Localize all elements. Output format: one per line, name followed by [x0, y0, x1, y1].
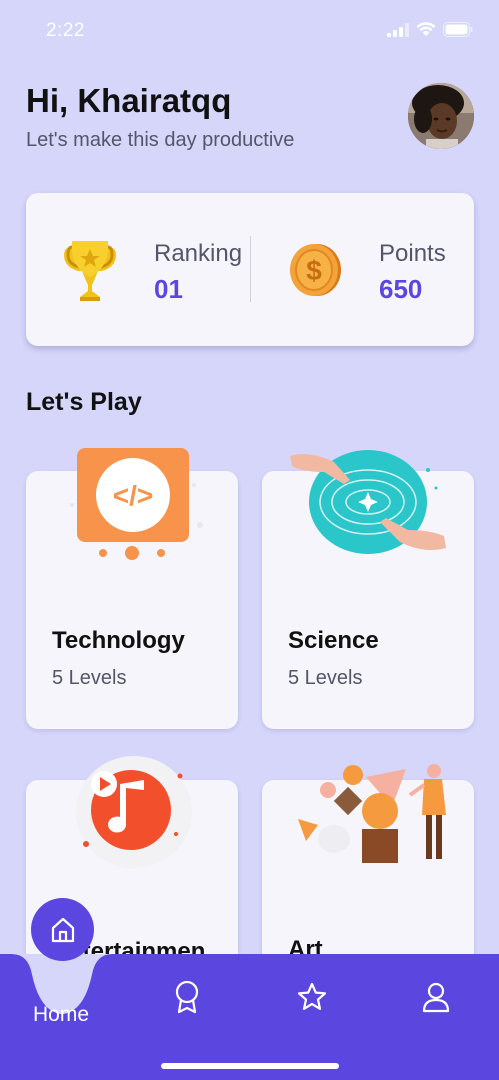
greeting-subtitle: Let's make this day productive [26, 129, 295, 151]
status-bar: 2:22 [0, 0, 499, 60]
award-icon [175, 980, 199, 1014]
category-levels: 5 Levels [288, 667, 363, 689]
section-title: Let's Play [26, 388, 142, 416]
nav-home-button[interactable] [31, 898, 94, 961]
coin-icon: $ [290, 244, 341, 296]
stats-card: Ranking 01 $ Points 650 [26, 193, 474, 346]
points-label: Points [379, 240, 446, 267]
ranking-label: Ranking [154, 240, 243, 267]
category-levels: 5 Levels [52, 667, 127, 689]
code-icon: </> [70, 448, 203, 560]
battery-icon [443, 22, 473, 37]
trophy-icon [64, 241, 116, 301]
nav-favorites-button[interactable] [293, 978, 331, 1016]
home-indicator [161, 1063, 339, 1069]
galaxy-icon [290, 450, 446, 554]
music-icon [76, 756, 192, 868]
nav-awards-button[interactable] [168, 978, 206, 1016]
profile-icon [422, 982, 450, 1013]
points-value: 650 [379, 274, 423, 304]
category-name: Science [288, 627, 379, 654]
greeting-title: Hi, Khairatqq [26, 82, 232, 119]
ranking-value: 01 [154, 274, 183, 304]
status-icons [387, 22, 473, 37]
home-icon [51, 917, 74, 942]
category-name: Technology [52, 627, 185, 654]
stats-divider [250, 236, 251, 302]
avatar[interactable] [408, 83, 474, 149]
star-icon [297, 982, 327, 1010]
signal-icon [387, 22, 409, 37]
home-screen: 2:22 Hi, Khairatqq Let's make this day p… [0, 0, 499, 1080]
status-time: 2:22 [46, 20, 85, 41]
home-notch [0, 954, 128, 1014]
svg-text:</>: </> [113, 480, 153, 511]
nav-home-label[interactable]: Home [33, 1003, 89, 1027]
art-shapes-icon [298, 764, 446, 863]
svg-text:$: $ [306, 255, 322, 286]
nav-profile-button[interactable] [417, 978, 455, 1016]
wifi-icon [416, 22, 436, 36]
avatar-image [408, 83, 474, 149]
